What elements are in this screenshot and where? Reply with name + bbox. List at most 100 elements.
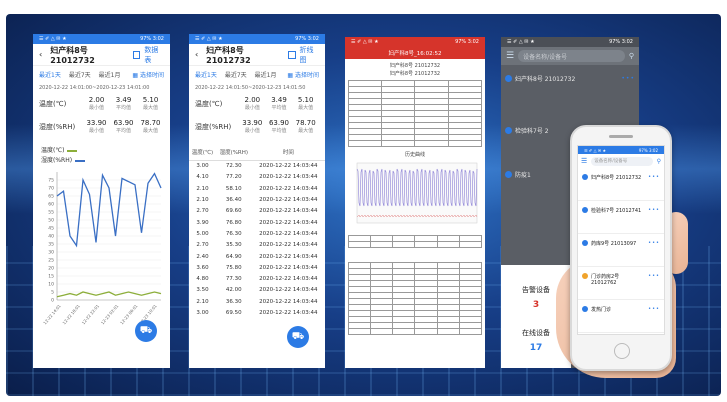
status-bar: ☰ ✐ △ ✉ ★ 97% 3:02 [345, 37, 485, 47]
table-row: 4.80 77.30 2020-12-22 14:03:44 [189, 273, 325, 284]
tab-last-week[interactable]: 最近7天 [225, 70, 247, 79]
tab-last-week[interactable]: 最近7天 [69, 70, 91, 79]
tab-last-day[interactable]: 最近1天 [39, 70, 61, 79]
cell-time: 2020-12-22 14:03:44 [259, 230, 318, 237]
table-cell [436, 328, 460, 335]
report-subheading: 妇产科8号 21012732 [389, 71, 441, 77]
temperature-stats: 温度(℃) 2.00 最小值 3.49 平均值 5.10 最大值 [33, 94, 170, 113]
cell-temperature: 3.90 [196, 219, 209, 226]
more-icon[interactable]: ••• [648, 306, 660, 312]
search-input[interactable]: 设备名称/设备号 [591, 156, 653, 166]
table-cell [458, 328, 483, 335]
list-item[interactable]: 妇产科8号 21012732 ••• [578, 168, 664, 201]
search-input[interactable]: 设备名称/设备号 [518, 50, 625, 62]
report-summary-table [347, 80, 483, 147]
table-row: 2.10 36.40 2020-12-22 14:03:44 [189, 194, 325, 205]
time-range: 2020-12-22 14:01:50~2020-12-23 14:01:50 [195, 85, 306, 91]
cell-time: 2020-12-22 14:03:44 [259, 174, 318, 181]
col-temperature: 温度(℃) [189, 144, 216, 161]
stat-name: 最小值 [88, 128, 104, 134]
stat-name: 最大值 [298, 105, 314, 111]
device-list: 妇产科8号 21012732 ••• 检验科7号 21012741 ••• 药库9号 2… [578, 168, 664, 333]
custom-range-button[interactable]: ▦ 选择时间 [132, 70, 164, 79]
y-tick-label: 10 [48, 282, 54, 288]
custom-range-label: 选择时间 [139, 71, 164, 79]
cell-temperature: 4.80 [196, 276, 209, 283]
tab-last-day[interactable]: 最近1天 [195, 70, 217, 79]
menu-icon[interactable]: ☰ [581, 157, 587, 165]
status-dot-icon [505, 170, 512, 178]
table-cell [370, 328, 394, 335]
table-cell [347, 328, 372, 335]
tab-last-month[interactable]: 最近1月 [255, 70, 277, 79]
stat-name: 最小值 [244, 105, 260, 111]
report-title: 妇产科8号_16:02:52 [388, 51, 442, 57]
list-item[interactable]: 检验科7号 21012741 ••• [578, 201, 664, 234]
line-chart-icon[interactable] [287, 50, 296, 59]
tab-last-month[interactable]: 最近1月 [99, 70, 121, 79]
y-tick-label: 15 [48, 274, 54, 280]
cell-temperature: 2.70 [196, 208, 209, 215]
list-item[interactable]: 药库9号 21013097 ••• [578, 234, 664, 267]
legend-humidity-swatch [75, 159, 86, 162]
temp-min: 2.00 [244, 96, 261, 104]
y-tick-label: 35 [48, 242, 54, 248]
more-icon[interactable]: ••• [648, 273, 660, 279]
cell-time: 2020-12-22 14:03:44 [259, 163, 318, 170]
truck-fab-button[interactable]: ⛟ [135, 320, 157, 342]
line-chart-toggle[interactable]: 折线图 [300, 45, 320, 65]
menu-icon[interactable]: ☰ [506, 51, 514, 61]
cell-humidity: 35.30 [225, 242, 242, 249]
humidity-label: 湿度(%RH) [195, 122, 232, 131]
location-icon[interactable]: ⚲ [629, 52, 634, 60]
data-table-toggle[interactable]: 数据表 [144, 45, 164, 65]
stat-name: 最小值 [244, 128, 260, 134]
y-tick-label: 50 [48, 218, 54, 224]
location-icon[interactable]: ⚲ [657, 158, 661, 165]
phone-report-view: ☰ ✐ △ ✉ ★ 97% 3:02 妇产科8号_16:02:52 妇产科8号 … [345, 37, 485, 368]
status-icons: ☰ ✐ △ ✉ ★ [39, 36, 67, 42]
cell-humidity: 69.60 [225, 208, 242, 215]
more-icon[interactable]: ••• [621, 75, 635, 82]
truck-fab-button[interactable]: ⛟ [287, 326, 309, 348]
cell-humidity: 77.20 [225, 174, 242, 181]
series-line [56, 172, 162, 248]
status-icons: ☰ ✐ △ ✉ ★ [195, 36, 223, 42]
cell-time: 2020-12-22 14:03:44 [259, 185, 318, 192]
legend-temperature: 温度(℃) [41, 146, 162, 156]
iphone-speaker [609, 135, 633, 138]
list-item[interactable]: 门诊药房2号 21012762 ••• [578, 267, 664, 300]
hum-min: 33.90 [242, 119, 263, 127]
status-icons: ☰ ✐ △ ✉ ★ [351, 39, 379, 45]
table-icon[interactable] [132, 50, 141, 59]
table-row: 2.10 36.30 2020-12-22 14:03:44 [189, 296, 325, 307]
list-item[interactable]: 发热门诊 ••• [578, 300, 664, 333]
table-cell [414, 140, 449, 147]
temp-avg: 3.49 [115, 96, 132, 104]
table-cell [381, 140, 416, 147]
status-dot-icon [582, 273, 588, 279]
y-tick-label: 25 [48, 258, 54, 264]
device-name: 妇产科8号 21012732 [515, 75, 576, 83]
back-arrow-icon[interactable]: ‹ [195, 50, 206, 59]
status-battery: 97% 3:02 [609, 39, 633, 45]
stat-name: 最大值 [298, 128, 314, 134]
back-arrow-icon[interactable]: ‹ [39, 50, 50, 59]
status-icons: ☰ ✐ △ ✉ ★ [507, 39, 535, 45]
cell-humidity: 75.80 [225, 264, 242, 271]
more-icon[interactable]: ••• [648, 174, 660, 180]
table-row: 3.00 69.50 2020-12-22 14:03:44 [189, 307, 325, 318]
list-item[interactable]: 妇产科8号 21012732 ••• [501, 71, 639, 85]
table-cell [392, 241, 416, 248]
cell-humidity: 72.30 [225, 163, 242, 170]
more-icon[interactable]: ••• [648, 207, 660, 213]
more-icon[interactable]: ••• [648, 240, 660, 246]
hum-max: 78.70 [295, 119, 316, 127]
table-header: 温度(℃) 湿度(%RH) 时间 [189, 144, 325, 161]
custom-range-button[interactable]: ▦ 选择时间 [287, 70, 319, 79]
home-button[interactable] [614, 343, 630, 359]
cell-temperature: 2.10 [196, 298, 209, 305]
series-line [56, 291, 162, 298]
table-row [347, 241, 483, 248]
report-history-chart [356, 162, 478, 224]
